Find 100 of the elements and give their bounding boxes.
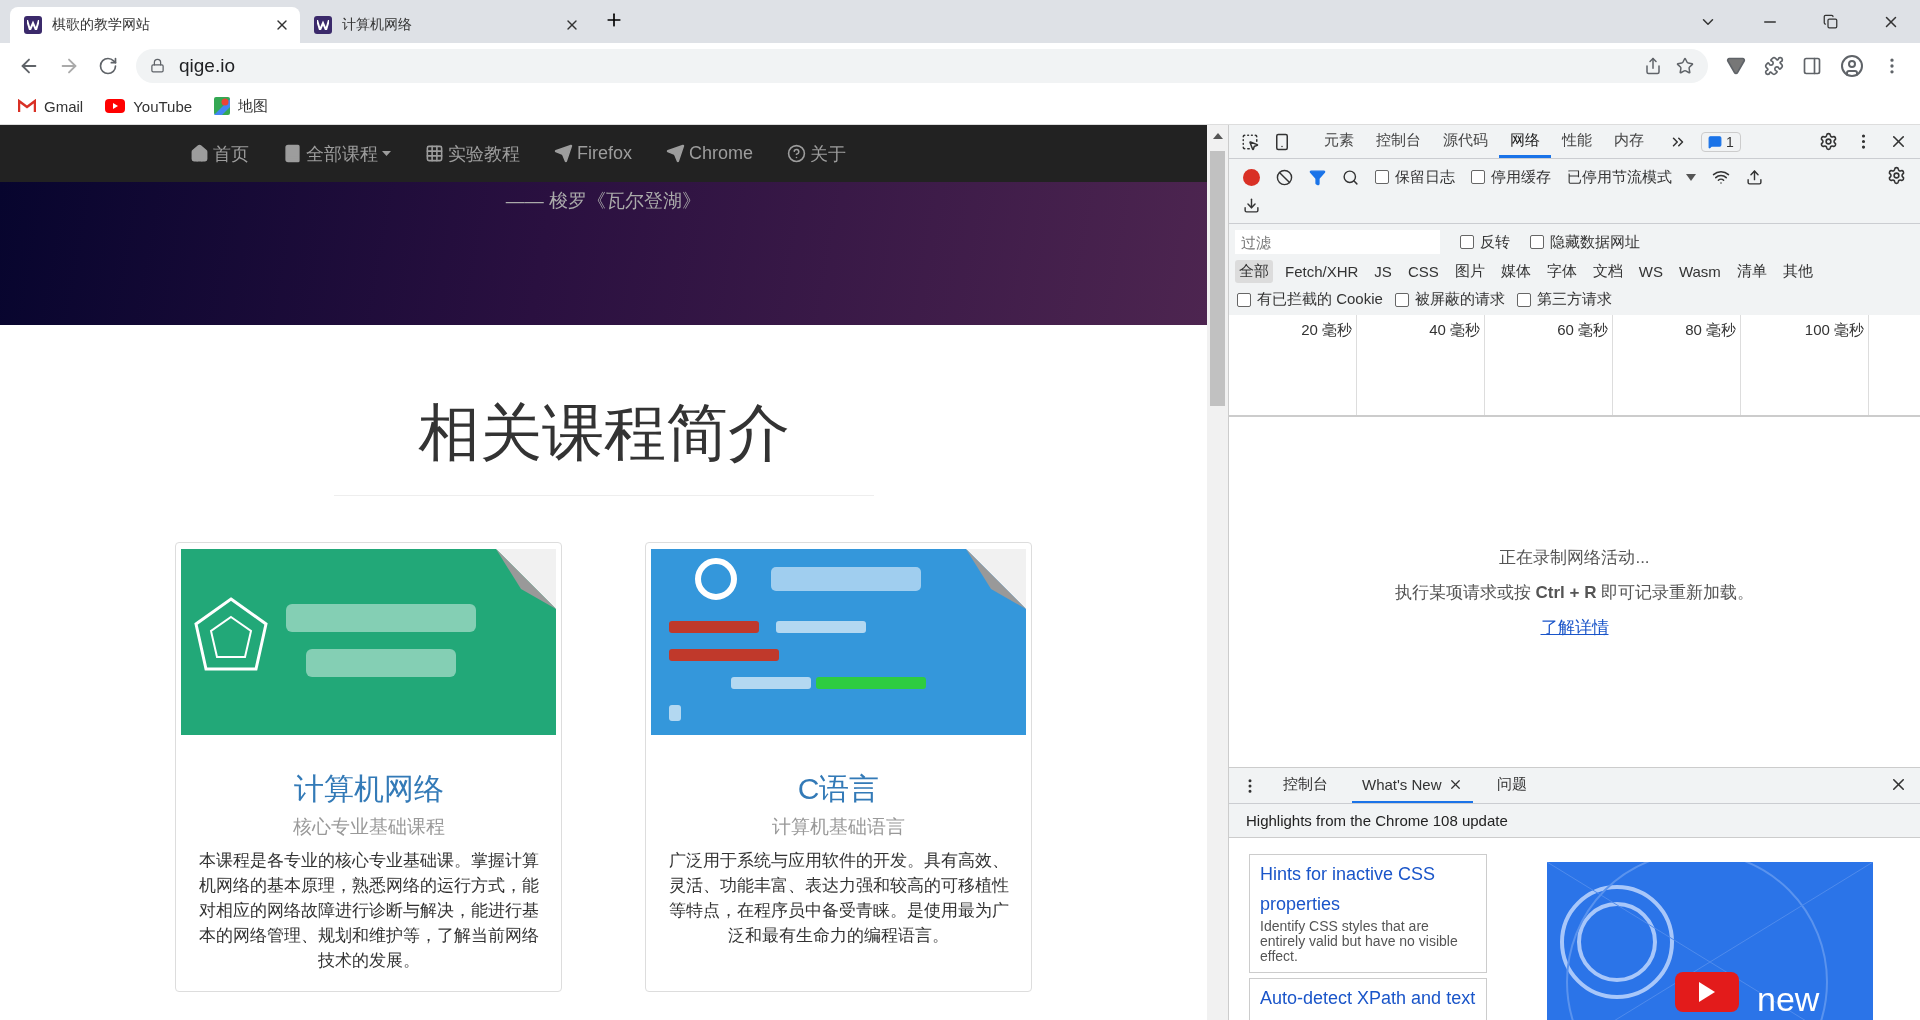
type-filter[interactable]: CSS	[1403, 261, 1443, 282]
scrollbar-thumb[interactable]	[1210, 151, 1225, 406]
bookmark[interactable]: Gmail	[18, 97, 84, 115]
panel-tab[interactable]: 内存	[1603, 125, 1655, 158]
time-tick: 40 毫秒	[1357, 315, 1485, 415]
checkbox[interactable]: 隐藏数据网址	[1530, 232, 1640, 252]
address-bar[interactable]: qige.io	[136, 48, 1708, 83]
course-description: 本课程是各专业的核心专业基础课。掌握计算机网络的基本原理，熟悉网络的运行方式，能对相应的网络故障进行诊断与解决，能进行基本的网络管理、规划和维护等，了解当前网络技术的发展。	[197, 850, 540, 972]
settings-icon[interactable]	[1819, 132, 1838, 151]
wifi-icon[interactable]	[1712, 168, 1730, 186]
record-button[interactable]	[1243, 168, 1260, 186]
panel-tab[interactable]: 控制台	[1365, 125, 1432, 158]
book-icon	[283, 144, 302, 163]
article-card[interactable]: Hints for inactive CSS properties Identify CSS styles that are entirely valid but have no visible effect.	[1249, 854, 1487, 973]
paper-plane-icon	[554, 144, 573, 163]
dropdown-arrow-icon	[1686, 173, 1696, 181]
nav-link[interactable]: 关于	[787, 141, 847, 166]
time-tick: 80 毫秒	[1613, 315, 1741, 415]
course-description: 广泛用于系统与应用软件的开发。具有高效、灵活、功能丰富、表达力强和较高的可移植性等特点，在程序员中备受青睐。是使用最为广泛和最有生命力的编程语言。	[667, 850, 1010, 947]
type-filter[interactable]: 媒体	[1496, 260, 1535, 283]
profile-icon[interactable]	[1840, 53, 1864, 78]
course-title[interactable]: C语言	[797, 769, 880, 810]
issues-badge[interactable]: 1	[1701, 131, 1741, 152]
home-icon	[190, 144, 209, 163]
browser-tab[interactable]: 计算机网络	[300, 7, 590, 43]
type-filter[interactable]: Fetch/XHR	[1281, 261, 1363, 282]
inspect-icon[interactable]	[1241, 132, 1259, 151]
checkbox[interactable]: 有已拦截的 Cookie	[1237, 290, 1383, 309]
bookmark[interactable]: YouTube	[105, 97, 193, 115]
tab-title: 计算机网络	[342, 16, 413, 34]
checkbox[interactable]: 反转	[1460, 232, 1510, 252]
site-favicon	[314, 16, 332, 34]
search-icon[interactable]	[1342, 168, 1359, 186]
throttle-dropdown[interactable]: 已停用节流模式	[1567, 167, 1696, 187]
checkbox[interactable]: 停用缓存	[1471, 167, 1551, 187]
nav-link[interactable]: 实验教程	[425, 141, 520, 166]
status-text: 正在录制网络活动...	[1499, 546, 1650, 569]
quote-source: —— 梭罗《瓦尔登湖》	[505, 189, 702, 212]
article-description: Identify CSS styles that are entirely valid but have no visible effect.	[1260, 919, 1459, 964]
course-subtitle: 计算机基础语言	[772, 815, 905, 839]
grid-icon	[425, 144, 444, 163]
filter-icon[interactable]	[1309, 168, 1326, 186]
time-tick: 20 毫秒	[1229, 315, 1357, 415]
nav-link[interactable]: Chrome	[666, 143, 754, 164]
article-title[interactable]: Hints for inactive CSS properties	[1260, 859, 1476, 919]
section-title: 相关课程简介	[416, 397, 791, 469]
play-icon	[105, 99, 126, 113]
star-icon[interactable]	[1676, 56, 1694, 75]
filter-field[interactable]: 过滤	[1235, 230, 1440, 254]
panel-tab[interactable]: 性能	[1551, 125, 1603, 158]
panel-tab[interactable]: 元素	[1313, 125, 1365, 158]
restore-icon[interactable]	[1823, 14, 1838, 29]
upload-icon[interactable]	[1746, 168, 1763, 186]
video-caption: new	[1757, 980, 1820, 1019]
nav-link[interactable]: Firefox	[554, 143, 632, 164]
help-icon	[787, 144, 807, 163]
checkbox[interactable]: 第三方请求	[1516, 290, 1612, 309]
nav-link[interactable]: 全部课程	[283, 141, 391, 166]
time-tick: 60 毫秒	[1485, 315, 1613, 415]
drawer-tab[interactable]: 问题	[1486, 768, 1537, 803]
reload-icon[interactable]	[98, 55, 118, 76]
drawer-tab[interactable]: What's New	[1352, 768, 1473, 803]
settings-icon[interactable]	[1887, 166, 1906, 185]
puzzle-icon[interactable]	[1764, 55, 1784, 76]
type-filter[interactable]: WS	[1634, 261, 1667, 282]
side-panel-icon[interactable]	[1802, 55, 1822, 76]
course-title[interactable]: 计算机网络	[293, 769, 444, 810]
checkbox[interactable]: 被屏蔽的请求	[1394, 290, 1505, 309]
triangle-icon[interactable]	[1726, 55, 1746, 76]
share-icon[interactable]	[1644, 56, 1662, 75]
article-card[interactable]: Auto-detect XPath and text	[1249, 978, 1487, 1020]
type-filter[interactable]: 图片	[1450, 260, 1489, 283]
browser-tab[interactable]: 棋歌的教学网站	[10, 7, 300, 43]
site-favicon	[24, 16, 42, 34]
panel-tab[interactable]: 网络	[1499, 125, 1551, 158]
scrollbar[interactable]	[1207, 125, 1228, 1020]
download-icon[interactable]	[1243, 197, 1260, 214]
learn-more-link[interactable]: 了解详情	[1540, 615, 1609, 639]
hint-text: 执行某项请求或按 Ctrl + R 即可记录重新加载。	[1394, 581, 1755, 604]
drawer-tab[interactable]: 控制台	[1273, 768, 1338, 803]
type-filter[interactable]: 字体	[1542, 260, 1581, 283]
nav-link[interactable]: 首页	[190, 141, 249, 166]
lock-icon	[150, 58, 165, 73]
panel-tab[interactable]: 源代码	[1432, 125, 1499, 158]
type-filter[interactable]: 其他	[1778, 260, 1817, 283]
paper-plane-icon	[666, 144, 685, 163]
bookmark[interactable]: 地图	[214, 96, 269, 116]
type-filter[interactable]: 文档	[1588, 260, 1627, 283]
url-text: qige.io	[179, 54, 236, 77]
device-icon[interactable]	[1273, 132, 1291, 151]
type-filter[interactable]: Wasm	[1674, 261, 1725, 282]
type-filter[interactable]: 全部	[1235, 260, 1273, 283]
map-icon	[214, 97, 231, 115]
tab-title: 棋歌的教学网站	[52, 16, 151, 34]
checkbox[interactable]: 保留日志	[1375, 167, 1455, 187]
type-filter[interactable]: 清单	[1732, 260, 1771, 283]
scroll-up-icon[interactable]	[1212, 133, 1223, 139]
type-filter[interactable]: JS	[1370, 261, 1396, 282]
article-title[interactable]: Auto-detect XPath and text	[1260, 983, 1476, 1013]
clear-icon[interactable]	[1276, 168, 1293, 186]
